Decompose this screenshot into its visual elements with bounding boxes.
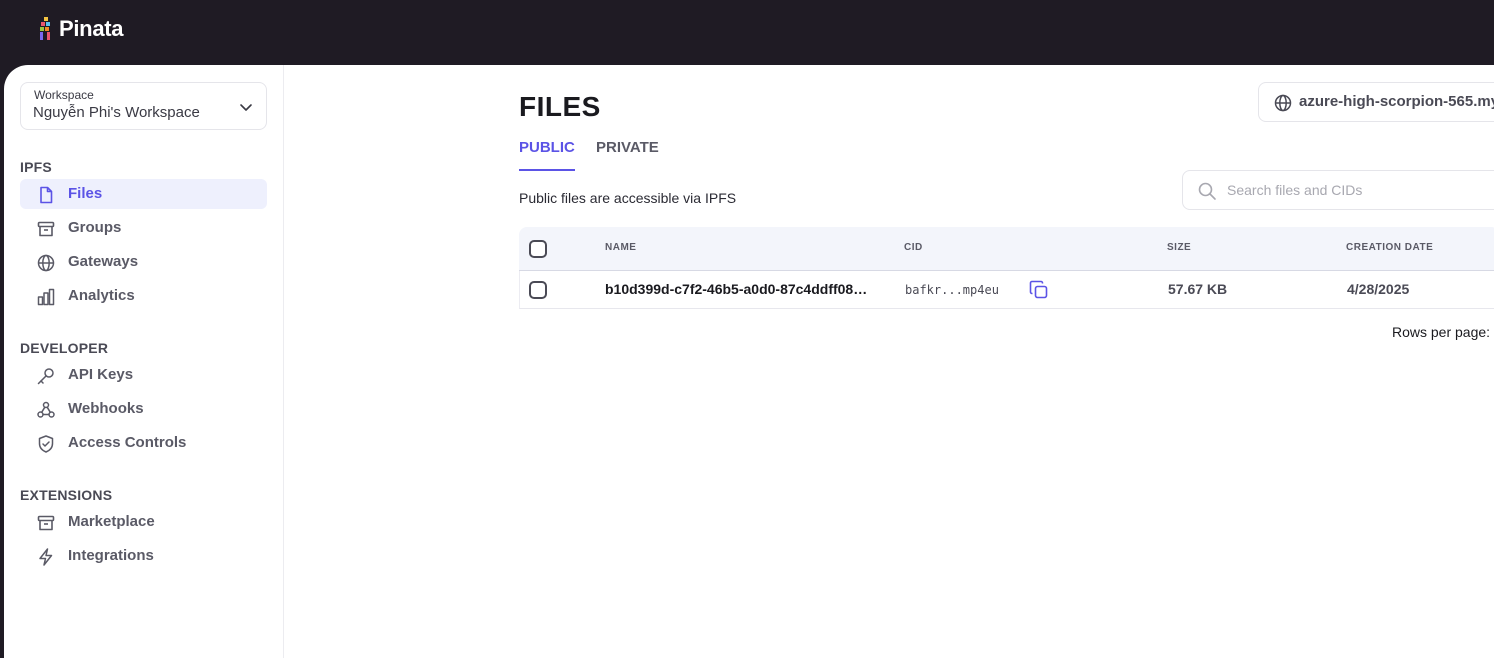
key-icon bbox=[37, 368, 54, 385]
top-bar: Pinata bbox=[0, 0, 1494, 66]
section-title-developer: DEVELOPER bbox=[20, 340, 109, 356]
sidebar-item-label: Groups bbox=[68, 219, 122, 236]
sidebar-item-marketplace[interactable]: Marketplace bbox=[20, 507, 267, 537]
globe-icon bbox=[1274, 94, 1292, 112]
row-checkbox[interactable] bbox=[529, 281, 547, 299]
file-name[interactable]: b10d399d-c7f2-46b5-a0d0-87c4ddff08… bbox=[605, 281, 895, 297]
sidebar-item-groups[interactable]: Groups bbox=[20, 213, 267, 243]
rows-per-page-label: Rows per page: bbox=[1392, 324, 1491, 340]
table-row[interactable]: b10d399d-c7f2-46b5-a0d0-87c4ddff08… bafk… bbox=[519, 271, 1494, 309]
pinata-logo-icon bbox=[40, 17, 50, 40]
search-box bbox=[1182, 170, 1494, 210]
webhook-icon bbox=[37, 401, 55, 418]
sidebar-item-access-controls[interactable]: Access Controls bbox=[20, 428, 267, 458]
search-input[interactable] bbox=[1227, 179, 1494, 201]
sidebar-item-label: API Keys bbox=[68, 366, 134, 383]
workspace-selector[interactable]: Workspace Nguyễn Phi's Workspace bbox=[20, 82, 267, 130]
section-title-ipfs: IPFS bbox=[20, 159, 52, 175]
search-icon bbox=[1198, 182, 1216, 200]
sidebar-item-api-keys[interactable]: API Keys bbox=[20, 360, 267, 390]
sidebar-item-label: Gateways bbox=[68, 253, 139, 270]
column-header-size[interactable]: SIZE bbox=[1167, 242, 1191, 253]
column-header-creation-date[interactable]: CREATION DATE bbox=[1346, 242, 1433, 253]
tab-private[interactable]: PRIVATE bbox=[596, 139, 659, 169]
sidebar-item-webhooks[interactable]: Webhooks bbox=[20, 394, 267, 424]
table-header: NAME CID SIZE CREATION DATE bbox=[519, 227, 1494, 271]
gateway-name: azure-high-scorpion-565.myp bbox=[1299, 93, 1494, 110]
shield-check-icon bbox=[38, 435, 54, 453]
page-title: FILES bbox=[519, 91, 601, 122]
pinata-logo[interactable]: Pinata bbox=[37, 16, 124, 42]
brand-name: Pinata bbox=[59, 16, 124, 41]
files-subtitle: Public files are accessible via IPFS bbox=[519, 190, 737, 206]
main-content: FILES azure-high-scorpion-565.myp PUBLIC… bbox=[284, 65, 1494, 658]
sidebar-item-analytics[interactable]: Analytics bbox=[20, 281, 267, 311]
select-all-checkbox[interactable] bbox=[529, 240, 547, 258]
sidebar-item-files[interactable]: Files bbox=[20, 179, 267, 209]
workspace-name: Nguyễn Phi's Workspace bbox=[33, 104, 200, 121]
sidebar-item-gateways[interactable]: Gateways bbox=[20, 247, 267, 277]
column-header-name[interactable]: NAME bbox=[605, 242, 636, 253]
file-size: 57.67 KB bbox=[1168, 281, 1228, 297]
globe-icon bbox=[37, 254, 55, 272]
gateway-selector[interactable]: azure-high-scorpion-565.myp bbox=[1258, 82, 1494, 122]
lightning-icon bbox=[39, 548, 53, 566]
tab-public[interactable]: PUBLIC bbox=[519, 139, 575, 171]
app-shell: Workspace Nguyễn Phi's Workspace IPFS Fi… bbox=[4, 65, 1494, 658]
archive-icon bbox=[37, 221, 55, 237]
archive-icon bbox=[37, 515, 55, 531]
sidebar-item-integrations[interactable]: Integrations bbox=[20, 541, 267, 571]
section-title-extensions: EXTENSIONS bbox=[20, 487, 113, 503]
chevron-down-icon bbox=[240, 104, 252, 111]
sidebar-item-label: Integrations bbox=[68, 547, 154, 564]
sidebar-item-label: Files bbox=[68, 185, 103, 202]
sidebar-item-label: Webhooks bbox=[68, 400, 144, 417]
column-header-cid[interactable]: CID bbox=[904, 242, 923, 253]
file-cid: bafkr...mp4eu bbox=[905, 283, 999, 297]
bar-chart-icon bbox=[37, 288, 55, 306]
sidebar-item-label: Marketplace bbox=[68, 513, 155, 530]
sidebar-item-label: Analytics bbox=[68, 287, 135, 304]
sidebar: Workspace Nguyễn Phi's Workspace IPFS Fi… bbox=[4, 65, 284, 658]
copy-icon[interactable] bbox=[1028, 279, 1050, 301]
workspace-label: Workspace bbox=[34, 88, 94, 102]
file-creation-date: 4/28/2025 bbox=[1347, 281, 1410, 297]
file-icon bbox=[40, 186, 53, 204]
sidebar-item-label: Access Controls bbox=[68, 434, 187, 451]
